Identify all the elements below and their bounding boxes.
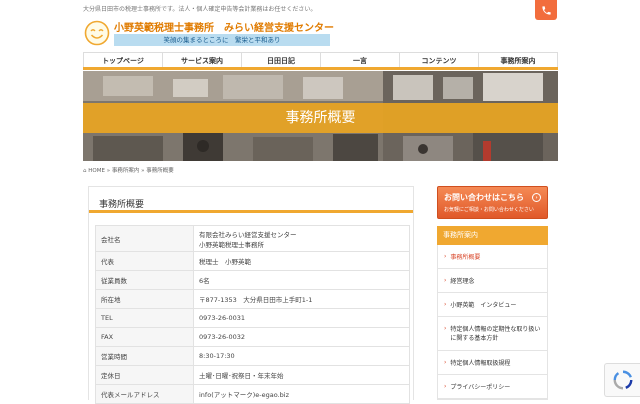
sidebar-item-label: 事務所概要	[450, 254, 481, 261]
row-key: 所在地	[95, 289, 194, 309]
row-value: 0973-26-0032	[193, 327, 410, 347]
nav-item-top[interactable]: トップページ	[83, 53, 163, 67]
row-key: 代表メールアドレス	[95, 384, 194, 404]
table-row: FAX 0973-26-0032	[95, 327, 410, 347]
contact-button-label: お問い合わせはこちら	[444, 193, 524, 202]
row-value: 有限会社みらい経営支援センター 小野英範税理士事務所	[193, 225, 410, 252]
sidebar-item-label: プライバシーポリシー	[450, 384, 511, 391]
row-value: 0973-26-0031	[193, 308, 410, 328]
phone-button[interactable]	[535, 0, 557, 20]
global-nav: トップページ サービス案内 日田日記 一言 コンテンツ 事務所案内	[83, 52, 558, 70]
nav-item-office[interactable]: 事務所案内	[479, 53, 558, 67]
sidebar-menu: › 事務所概要 › 経営理念 › 小野英範 インタビュー › 特定個人情報の定期性な取り…	[437, 245, 548, 400]
chevron-right-icon: ›	[444, 277, 447, 284]
table-row: 代表メールアドレス info(アットマーク)e-egao.biz	[95, 384, 410, 404]
site-logo[interactable]: 小野英範税理士事務所 みらい経営支援センター 笑顔の集まるところに 繁栄と平和あ…	[84, 18, 334, 48]
row-key: 会社名	[95, 225, 194, 252]
nav-item-diary[interactable]: 日田日記	[242, 53, 321, 67]
row-value: 〒877-1353 大分県日田市上手町1-1	[193, 289, 410, 309]
contact-button[interactable]: お問い合わせはこちら › お気軽にご相談・お問い合わせください	[437, 186, 548, 219]
row-value: 税理士 小野英範	[193, 251, 410, 271]
row-key: FAX	[95, 327, 194, 347]
row-key: 営業時間	[95, 346, 194, 366]
row-key: 代表	[95, 251, 194, 271]
row-value: 6名	[193, 270, 410, 290]
nav-item-services[interactable]: サービス案内	[163, 53, 242, 67]
sidebar-item-label: 小野英範 インタビュー	[450, 302, 517, 309]
page-title: 事務所概要	[89, 187, 413, 213]
breadcrumb-home[interactable]: HOME	[88, 168, 105, 174]
office-info-table: 会社名 有限会社みらい経営支援センター 小野英範税理士事務所 代表 税理士 小野英範…	[95, 225, 410, 404]
site-title: 小野英範税理士事務所 みらい経営支援センター	[114, 23, 334, 34]
row-value: info(アットマーク)e-egao.biz	[193, 384, 410, 404]
sidebar-item-basic-policy[interactable]: › 特定個人情報の定期性な取り扱いに関する基本方針	[438, 317, 547, 351]
smiley-logo-icon	[84, 20, 110, 46]
row-value: 土曜･日曜･祝祭日・年末年始	[193, 365, 410, 385]
chevron-right-icon: ›	[532, 193, 541, 202]
main-content: 事務所概要 会社名 有限会社みらい経営支援センター 小野英範税理士事務所 代表 税理…	[88, 186, 414, 404]
table-row: 会社名 有限会社みらい経営支援センター 小野英範税理士事務所	[95, 225, 410, 252]
row-key: 定休日	[95, 365, 194, 385]
table-row: 定休日 土曜･日曜･祝祭日・年末年始	[95, 365, 410, 385]
home-icon: ⌂	[83, 168, 87, 174]
site-motto: 笑顔の集まるところに 繁栄と平和あり	[114, 34, 330, 46]
sidebar: お問い合わせはこちら › お気軽にご相談・お問い合わせください 事務所案内 › 事…	[437, 186, 548, 400]
nav-item-contents[interactable]: コンテンツ	[400, 53, 479, 67]
row-key: TEL	[95, 308, 194, 328]
sidebar-item-label: 特定個人情報取扱規程	[450, 360, 511, 367]
row-value: 8:30-17:30	[193, 346, 410, 366]
sidebar-item-philosophy[interactable]: › 経営理念	[438, 269, 547, 293]
table-row: 所在地 〒877-1353 大分県日田市上手町1-1	[95, 289, 410, 309]
sidebar-item-label: 経営理念	[450, 278, 475, 285]
chevron-right-icon: ›	[444, 253, 447, 260]
company-name: 有限会社みらい経営支援センター	[199, 230, 297, 239]
header-tagline: 大分県日田市の税理士事務所です。法人・個人確定申告等会計業務はお任せください。	[83, 6, 317, 13]
contact-button-sub: お気軽にご相談・お問い合わせください	[444, 207, 534, 213]
sidebar-section-title: 事務所案内	[437, 226, 548, 245]
table-row: TEL 0973-26-0031	[95, 308, 410, 328]
hero-banner: 事務所概要	[83, 71, 558, 161]
breadcrumb-separator: »	[106, 168, 111, 174]
table-row: 代表 税理士 小野英範	[95, 251, 410, 271]
chevron-right-icon: ›	[444, 383, 447, 390]
recaptcha-icon	[613, 370, 632, 390]
sidebar-item-interview[interactable]: › 小野英範 インタビュー	[438, 293, 547, 317]
breadcrumb-separator: »	[141, 168, 145, 174]
breadcrumb-current: 事務所概要	[146, 168, 174, 174]
hero-title: 事務所概要	[285, 110, 356, 126]
sidebar-item-privacy[interactable]: › プライバシーポリシー	[438, 375, 547, 399]
sidebar-item-regulations[interactable]: › 特定個人情報取扱規程	[438, 351, 547, 375]
contact-button-row: お問い合わせはこちら ›	[444, 192, 541, 203]
nav-item-word[interactable]: 一言	[321, 53, 400, 67]
office-name: 小野英範税理士事務所	[199, 240, 264, 249]
table-row: 営業時間 8:30-17:30	[95, 346, 410, 366]
recaptcha-badge[interactable]	[604, 363, 640, 397]
sidebar-item-label: 特定個人情報の定期性な取り扱いに関する基本方針	[450, 326, 541, 342]
phone-icon	[541, 5, 551, 15]
sidebar-item-overview[interactable]: › 事務所概要	[438, 245, 547, 269]
chevron-right-icon: ›	[444, 301, 447, 308]
row-key: 従業員数	[95, 270, 194, 290]
chevron-right-icon: ›	[444, 325, 447, 332]
breadcrumb-office[interactable]: 事務所案内	[112, 168, 140, 174]
breadcrumb: ⌂ HOME » 事務所案内 » 事務所概要	[83, 166, 174, 174]
table-row: 従業員数 6名	[95, 270, 410, 290]
chevron-right-icon: ›	[444, 359, 447, 366]
